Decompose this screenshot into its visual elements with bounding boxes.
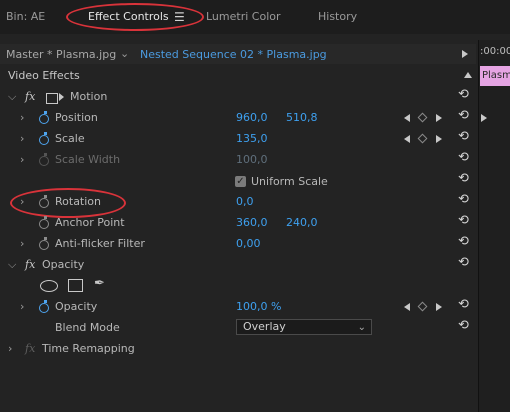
collapse-arrow-icon[interactable] bbox=[464, 72, 472, 78]
reset-icon[interactable]: ⟲ bbox=[458, 87, 469, 102]
motion-transform-icon[interactable] bbox=[46, 93, 58, 104]
chevron-right-icon[interactable]: › bbox=[20, 300, 24, 313]
reset-icon[interactable]: ⟲ bbox=[458, 234, 469, 249]
opacity-group-label: Opacity bbox=[42, 258, 85, 271]
opacity-label: Opacity bbox=[55, 300, 98, 313]
reset-icon[interactable]: ⟲ bbox=[458, 192, 469, 207]
timeline-timecode: :00:00 bbox=[480, 46, 510, 57]
prev-keyframe-icon[interactable] bbox=[404, 303, 410, 311]
master-clip-label[interactable]: Master * Plasma.jpg bbox=[6, 48, 116, 61]
blend-mode-value: Overlay bbox=[243, 320, 286, 333]
timeline-clip[interactable]: Plasma bbox=[480, 66, 510, 86]
add-keyframe-icon[interactable] bbox=[417, 133, 428, 144]
chevron-right-icon[interactable]: › bbox=[20, 111, 24, 124]
uniform-scale-label: Uniform Scale bbox=[251, 175, 328, 188]
add-keyframe-icon[interactable] bbox=[417, 301, 428, 312]
anchor-point-label: Anchor Point bbox=[55, 216, 125, 229]
chevron-right-icon[interactable]: › bbox=[20, 132, 24, 145]
reset-icon[interactable]: ⟲ bbox=[458, 255, 469, 270]
video-effects-heading: Video Effects bbox=[8, 69, 80, 82]
annotation-circle-effect-controls bbox=[66, 3, 204, 31]
motion-label: Motion bbox=[70, 90, 108, 103]
keyframe-track-arrow-icon bbox=[481, 114, 487, 122]
timeline-strip[interactable] bbox=[478, 40, 510, 412]
next-keyframe-icon[interactable] bbox=[436, 135, 442, 143]
tab-bin[interactable]: Bin: AE bbox=[6, 10, 45, 23]
nested-sequence-label[interactable]: Nested Sequence 02 * Plasma.jpg bbox=[140, 48, 327, 61]
stopwatch-icon bbox=[39, 153, 49, 166]
reset-icon[interactable]: ⟲ bbox=[458, 171, 469, 186]
pen-tool-icon[interactable]: ✒ bbox=[94, 276, 105, 291]
tab-history[interactable]: History bbox=[318, 10, 357, 23]
add-keyframe-icon[interactable] bbox=[417, 112, 428, 123]
stopwatch-icon[interactable] bbox=[39, 237, 49, 250]
reset-icon[interactable]: ⟲ bbox=[458, 213, 469, 228]
opacity-value[interactable]: 100,0 % bbox=[236, 300, 281, 313]
tab-lumetri-color[interactable]: Lumetri Color bbox=[206, 10, 281, 23]
fx-icon: fx bbox=[25, 342, 36, 355]
chevron-right-icon[interactable]: › bbox=[20, 237, 24, 250]
reset-icon[interactable]: ⟲ bbox=[458, 108, 469, 123]
chevron-down-icon[interactable]: ⌵ bbox=[8, 258, 16, 272]
reset-icon[interactable]: ⟲ bbox=[458, 129, 469, 144]
fx-icon[interactable]: fx bbox=[25, 90, 35, 103]
position-y-value[interactable]: 510,8 bbox=[286, 111, 318, 124]
scale-width-label: Scale Width bbox=[55, 153, 121, 166]
fx-icon[interactable]: fx bbox=[25, 258, 35, 271]
chevron-right-icon: › bbox=[20, 153, 25, 166]
prev-keyframe-icon[interactable] bbox=[404, 114, 410, 122]
blend-mode-select[interactable]: Overlay ⌄ bbox=[236, 319, 372, 335]
motion-play-icon bbox=[59, 93, 64, 101]
anchor-point-x-value[interactable]: 360,0 bbox=[236, 216, 268, 229]
anchor-point-y-value[interactable]: 240,0 bbox=[286, 216, 318, 229]
reset-icon[interactable]: ⟲ bbox=[458, 297, 469, 312]
chevron-down-icon[interactable]: ⌵ bbox=[8, 90, 16, 104]
prev-keyframe-icon[interactable] bbox=[404, 135, 410, 143]
scale-width-value: 100,0 bbox=[236, 153, 268, 166]
stopwatch-icon[interactable] bbox=[39, 111, 49, 124]
position-label: Position bbox=[55, 111, 98, 124]
next-keyframe-icon[interactable] bbox=[436, 303, 442, 311]
annotation-circle-rotation bbox=[10, 188, 126, 218]
stopwatch-icon[interactable] bbox=[39, 216, 49, 229]
chevron-down-icon: ⌄ bbox=[357, 322, 366, 333]
reset-icon[interactable]: ⟲ bbox=[458, 318, 469, 333]
scale-label: Scale bbox=[55, 132, 85, 145]
anti-flicker-value[interactable]: 0,00 bbox=[236, 237, 261, 250]
time-remapping-label: Time Remapping bbox=[42, 342, 135, 355]
rectangle-mask-icon[interactable] bbox=[68, 279, 83, 292]
reset-icon[interactable]: ⟲ bbox=[458, 150, 469, 165]
anti-flicker-label: Anti-flicker Filter bbox=[55, 237, 145, 250]
chevron-right-icon[interactable]: › bbox=[8, 342, 12, 355]
next-keyframe-icon[interactable] bbox=[436, 114, 442, 122]
play-arrow-icon[interactable] bbox=[462, 50, 468, 58]
blend-mode-label: Blend Mode bbox=[55, 321, 120, 334]
scale-value[interactable]: 135,0 bbox=[236, 132, 268, 145]
chevron-down-icon[interactable]: ⌄ bbox=[120, 47, 129, 60]
rotation-value[interactable]: 0,0 bbox=[236, 195, 254, 208]
position-x-value[interactable]: 960,0 bbox=[236, 111, 268, 124]
ellipse-mask-icon[interactable] bbox=[40, 280, 58, 292]
uniform-scale-checkbox[interactable]: ✓ bbox=[235, 176, 246, 187]
stopwatch-icon[interactable] bbox=[39, 132, 49, 145]
stopwatch-icon[interactable] bbox=[39, 300, 49, 313]
